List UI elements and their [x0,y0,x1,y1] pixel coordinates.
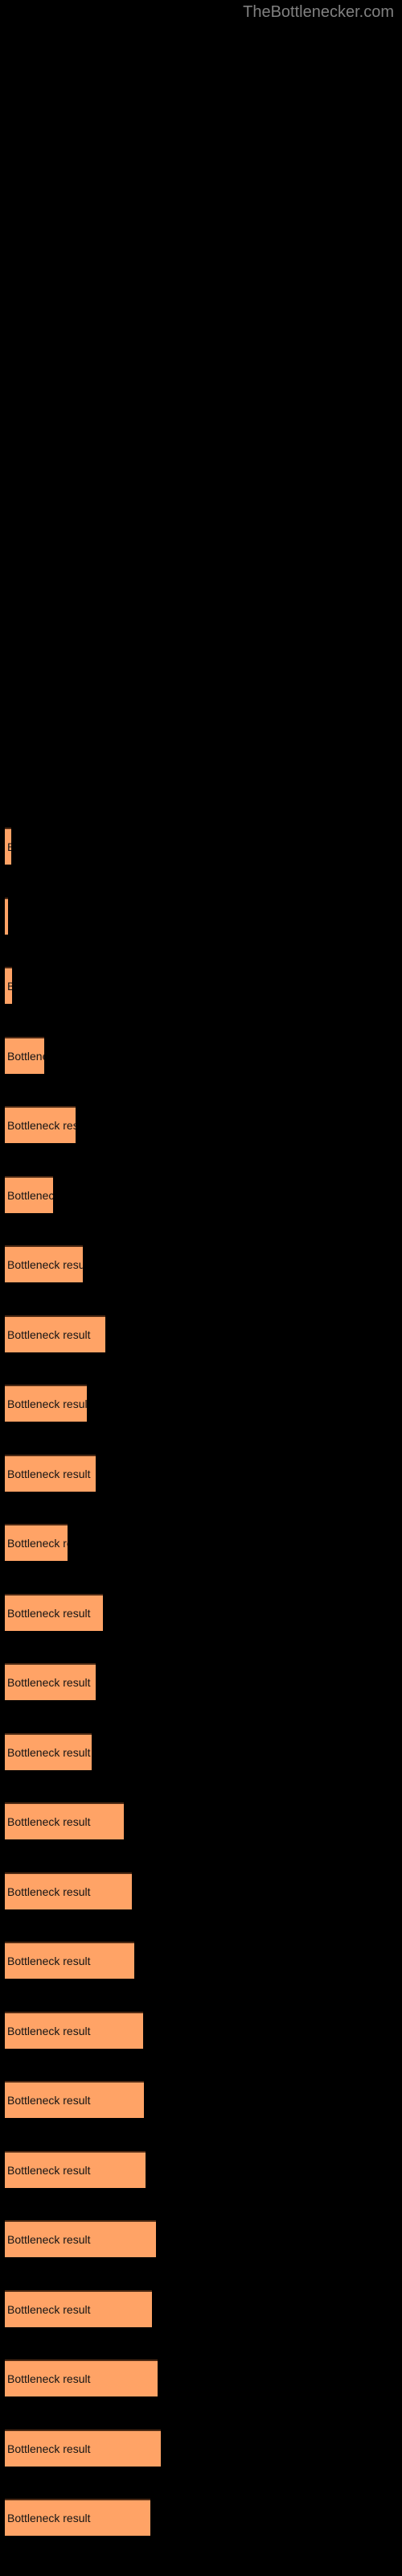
bar-label: Bottleneck result [7,2442,91,2455]
bar-row: Bottleneck result [0,1663,402,1700]
bar-label: Bottleneck result [7,2303,91,2316]
chart-bar[interactable]: Bottleneck result [5,1245,83,1282]
chart-bar[interactable]: Bottleneck result [5,1385,87,1422]
bar-label: Bottleneck result [7,1397,87,1410]
bar-label: Bottleneck result [7,2372,91,2385]
bar-row: Bottleneck result [0,1037,402,1074]
bar-label: Bottleneck result [7,840,11,853]
chart-bar[interactable]: Bottleneck result [5,1942,134,1979]
bar-label: Bottleneck result [7,1607,91,1620]
chart-bar[interactable]: Bottleneck result [5,2081,144,2118]
bar-label: Bottleneck result [7,2512,91,2524]
bottleneck-chart-page: TheBottlenecker.com Bottleneck resultBot… [0,0,402,2576]
chart-bar[interactable]: Bottleneck result [5,1802,124,1839]
bar-row: Bottleneck result [0,1106,402,1143]
bar-label: Bottleneck result [7,1537,68,1550]
chart-bar[interactable]: Bottleneck result [5,2220,156,2257]
bar-row: Bottleneck result [0,1385,402,1422]
chart-bar[interactable]: Bottleneck result [5,828,11,865]
chart-bar[interactable]: Bottleneck result [5,2429,161,2467]
bar-row: Bottleneck result [0,2081,402,2118]
chart-bar[interactable]: Bottleneck result [5,2290,152,2327]
chart-plot-area: Bottleneck result Bottleneck result Bottle… [0,0,402,2576]
chart-bar[interactable]: Bottleneck result [5,1733,92,1770]
chart-bar[interactable]: Bottleneck result [5,2012,143,2049]
bar-label: Bottleneck result [7,1189,53,1202]
bar-row: Bottleneck result [0,2151,402,2188]
chart-bar[interactable]: Bottleneck result [5,2359,158,2396]
chart-bar[interactable]: Bottleneck result [5,967,12,1004]
chart-bar[interactable]: Bottleneck result [5,1106,76,1143]
bar-row: Bottleneck result [0,967,402,1004]
bar-row: Bottleneck result [0,1594,402,1631]
bar-row: Bottleneck result [0,1455,402,1492]
chart-bar[interactable]: Bottleneck result [5,1524,68,1561]
bar-label: Bottleneck result [7,2094,91,2107]
bar-label: Bottleneck result [7,980,12,993]
bar-row: Bottleneck result [0,1245,402,1282]
chart-bar[interactable]: Bottleneck result [5,1037,44,1074]
bar-row: Bottleneck result [0,2429,402,2467]
bar-label: Bottleneck result [7,910,8,923]
bar-row: Bottleneck result [0,1733,402,1770]
bar-row: Bottleneck result [0,2012,402,2049]
bar-row: Bottleneck result [0,1315,402,1352]
bar-label: Bottleneck result [7,2164,91,2177]
bar-label: Bottleneck result [7,1815,91,1828]
chart-bar[interactable]: Bottleneck result [5,898,8,935]
bar-row: Bottleneck result [0,1176,402,1213]
bar-row: Bottleneck result [0,2220,402,2257]
bar-row: Bottleneck result [0,1942,402,1979]
bar-label: Bottleneck result [7,2233,91,2246]
bar-label: Bottleneck result [7,2025,91,2037]
chart-bar[interactable]: Bottleneck result [5,1663,96,1700]
bar-label: Bottleneck result [7,1746,91,1759]
bar-row: Bottleneck result [0,2359,402,2396]
bar-row: Bottleneck result [0,2499,402,2536]
chart-bar[interactable]: Bottleneck result [5,1594,103,1631]
bar-row: Bottleneck result [0,898,402,935]
bar-label: Bottleneck result [7,1258,83,1271]
chart-bar[interactable]: Bottleneck result [5,1872,132,1909]
bar-label: Bottleneck result [7,1468,91,1480]
chart-bar[interactable]: Bottleneck result [5,1176,53,1213]
chart-bar[interactable]: Bottleneck result [5,1315,105,1352]
bar-label: Bottleneck result [7,1955,91,1967]
chart-bar[interactable]: Bottleneck result [5,1455,96,1492]
bar-label: Bottleneck result [7,1328,91,1341]
bar-label: Bottleneck result [7,1119,76,1132]
bar-row: Bottleneck result [0,1802,402,1839]
chart-bar[interactable]: Bottleneck result [5,2151,146,2188]
bar-label: Bottleneck result [7,1676,91,1689]
bar-row: Bottleneck result [0,1524,402,1561]
bar-label: Bottleneck result [7,1885,91,1898]
bar-label: Bottleneck result [7,1050,44,1063]
bar-row: Bottleneck result [0,828,402,865]
bar-row: Bottleneck result [0,2290,402,2327]
bar-row: Bottleneck result [0,1872,402,1909]
chart-bar[interactable]: Bottleneck result [5,2499,150,2536]
